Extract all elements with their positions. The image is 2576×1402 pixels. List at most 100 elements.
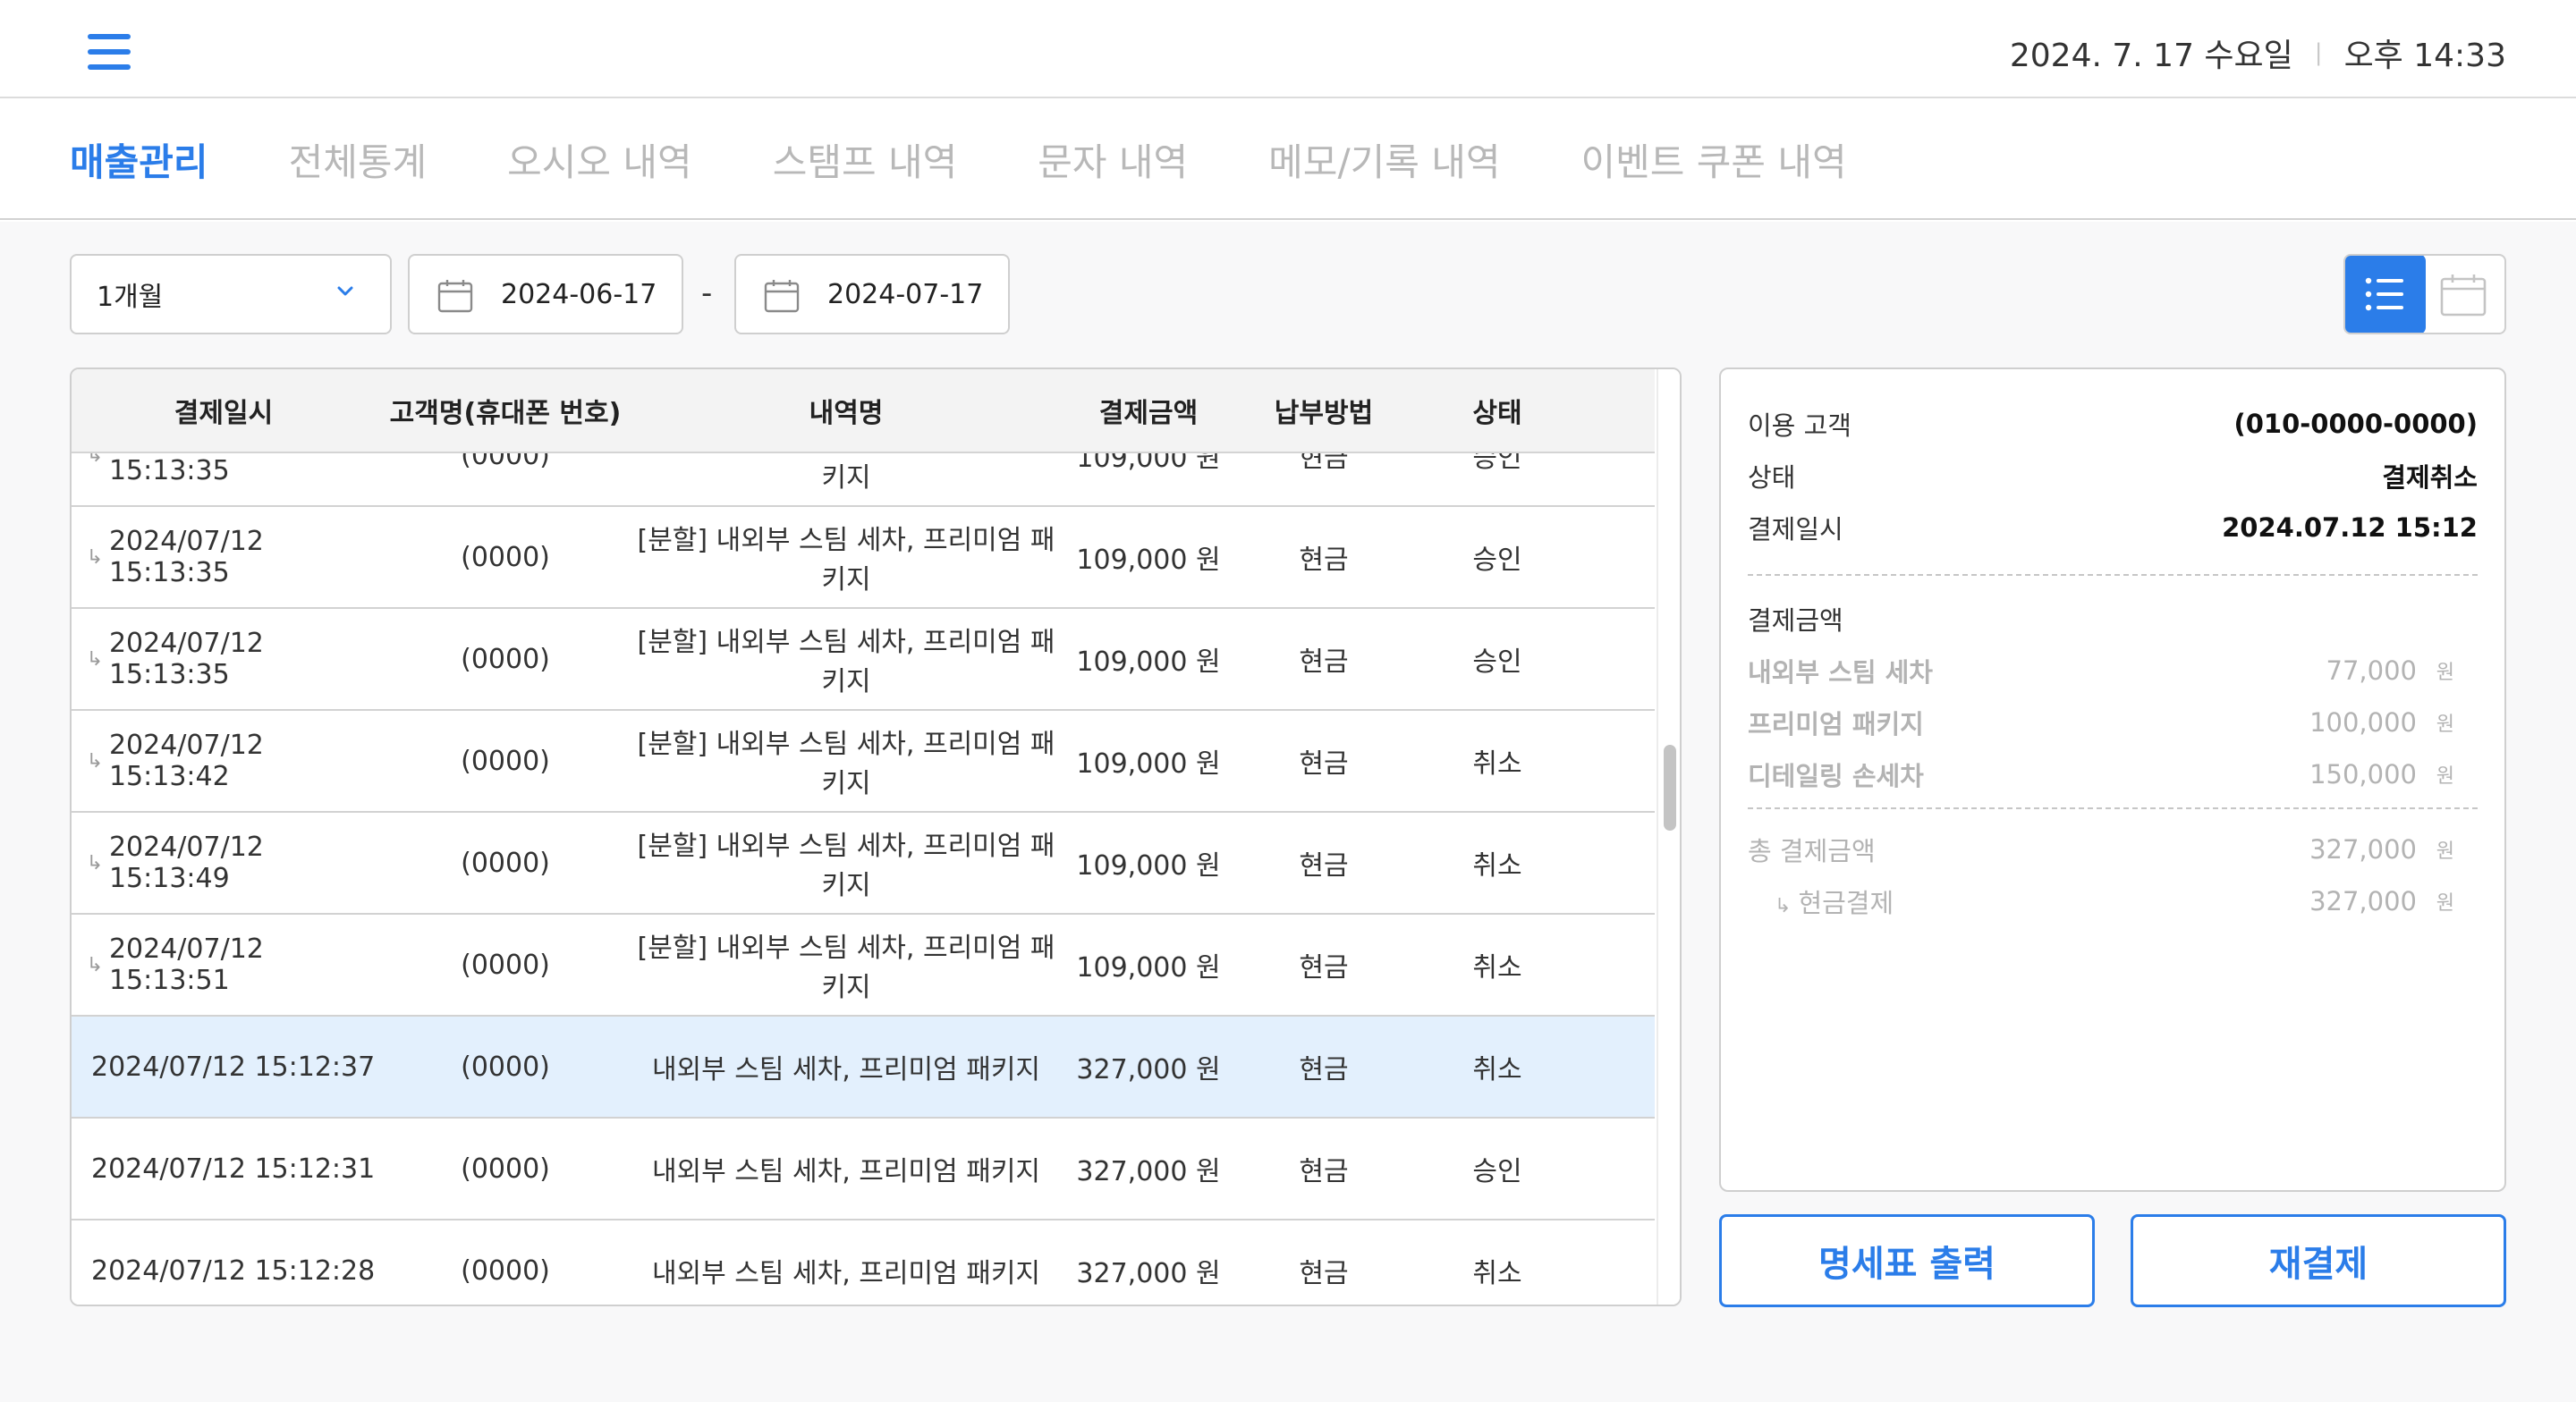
column-header-status[interactable]: 상태 bbox=[1408, 391, 1587, 430]
cell-method: 현금 bbox=[1299, 646, 1349, 678]
end-date-field[interactable]: 2024-07-17 bbox=[734, 254, 1010, 334]
cell-status: 승인 bbox=[1472, 545, 1522, 576]
detail-item-row: 프리미엄 패키지 100,000 원 bbox=[1748, 704, 2454, 741]
tab-sales-management[interactable]: 매출관리 bbox=[70, 132, 208, 187]
cell-amount: 109,000 원 bbox=[1076, 748, 1221, 780]
detail-customer-label: 이용 고객 bbox=[1748, 410, 1852, 441]
cell-customer: (0000) bbox=[461, 541, 550, 573]
cell-status: 승인 bbox=[1472, 646, 1522, 678]
table-row[interactable]: 2024/07/12 15:12:31 (0000) 내외부 스팀 세차, 프리… bbox=[72, 1119, 1655, 1220]
column-header-customer[interactable]: 고객명(휴대폰 번호) bbox=[376, 391, 635, 430]
list-view-button[interactable] bbox=[2345, 256, 2426, 333]
detail-total-label: 총 결제금액 bbox=[1748, 836, 1876, 866]
detail-cash-label: 현금결제 bbox=[1798, 888, 1894, 918]
calendar-view-icon[interactable] bbox=[2438, 272, 2488, 318]
detail-item-unit: 원 bbox=[2436, 765, 2454, 788]
detail-item-price: 77,000 bbox=[2326, 655, 2417, 686]
chevron-down-icon bbox=[337, 286, 353, 296]
column-header-amount[interactable]: 결제금액 bbox=[1057, 391, 1240, 430]
table-row[interactable]: 2024/07/12 15:12:28 (0000) 내외부 스팀 세차, 프리… bbox=[72, 1220, 1655, 1305]
table-row[interactable]: ↳2024/07/12 15:13:35 (0000) [분할] 내외부 스팀 … bbox=[72, 609, 1655, 711]
sub-row-arrow-icon: ↳ bbox=[86, 545, 104, 569]
table-header: 결제일시 고객명(휴대폰 번호) 내역명 결제금액 납부방법 상태 bbox=[72, 369, 1655, 453]
detail-total-row: 총 결제금액 327,000 원 bbox=[1748, 831, 2454, 868]
cell-paid-at: 2024/07/12 15:13:51 bbox=[108, 933, 264, 996]
current-date: 2024. 7. 17 수요일 bbox=[2009, 38, 2293, 74]
tab-osio-history[interactable]: 오시오 내역 bbox=[507, 132, 692, 187]
cell-paid-at: 2024/07/12 15:13:35 bbox=[108, 453, 264, 486]
table-scrollbar-thumb[interactable] bbox=[1664, 745, 1676, 831]
column-header-item[interactable]: 내역명 bbox=[635, 391, 1057, 430]
calendar-icon bbox=[764, 280, 800, 313]
cell-customer: (0000) bbox=[461, 847, 550, 879]
cell-customer: (0000) bbox=[461, 643, 550, 675]
detail-item-name: 프리미엄 패키지 bbox=[1748, 709, 1924, 739]
print-statement-button[interactable]: 명세표 출력 bbox=[1719, 1214, 2095, 1307]
table-row[interactable]: ↳2024/07/12 15:13:35 (0000) [분할] 내외부 스팀 … bbox=[72, 453, 1655, 507]
detail-item-name: 디테일링 손세차 bbox=[1748, 761, 1924, 791]
detail-cash-row: ↳ 현금결제 327,000 원 bbox=[1748, 883, 2454, 920]
detail-item-name: 내외부 스팀 세차 bbox=[1748, 657, 1933, 688]
detail-item-unit: 원 bbox=[2436, 662, 2454, 684]
table-row-selected[interactable]: 2024/07/12 15:12:37 (0000) 내외부 스팀 세차, 프리… bbox=[72, 1017, 1655, 1119]
tab-stamp-history[interactable]: 스탬프 내역 bbox=[773, 132, 958, 187]
detail-status: 상태 결제취소 bbox=[1748, 457, 2478, 494]
cell-item: 내외부 스팀 세차, 프리미엄 패키지 bbox=[651, 1054, 1041, 1085]
cell-amount: 109,000 원 bbox=[1076, 646, 1221, 678]
sub-row-arrow-icon: ↳ bbox=[86, 749, 104, 773]
detail-customer: 이용 고객 (010-0000-0000) bbox=[1748, 405, 2478, 443]
current-time: 오후 14:33 bbox=[2343, 38, 2506, 74]
table-row[interactable]: ↳ 2024/07/12 15:13:49 (0000) [분할] 내외부 스팀 … bbox=[72, 813, 1655, 915]
cell-paid-at: 2024/07/12 15:13:35 bbox=[108, 628, 264, 690]
detail-total-value: 327,000 bbox=[2309, 834, 2417, 865]
detail-paid-at-value: 2024.07.12 15:12 bbox=[2222, 512, 2478, 543]
detail-customer-value: (010-0000-0000) bbox=[2233, 409, 2478, 439]
cell-amount: 327,000 원 bbox=[1076, 1054, 1221, 1085]
cell-method: 현금 bbox=[1299, 850, 1349, 882]
menu-icon[interactable] bbox=[88, 32, 132, 72]
start-date-field[interactable]: 2024-06-17 bbox=[408, 254, 683, 334]
cell-paid-at: 2024/07/12 15:13:49 bbox=[108, 832, 264, 894]
tab-sms-history[interactable]: 문자 내역 bbox=[1038, 132, 1188, 187]
cell-method: 현금 bbox=[1299, 952, 1349, 984]
cell-item: [분할] 내외부 스팀 세차, 프리미엄 패키지 bbox=[637, 729, 1055, 799]
cell-paid-at: 2024/07/12 15:12:37 bbox=[91, 1051, 376, 1083]
tab-memo-history[interactable]: 메모/기록 내역 bbox=[1268, 132, 1500, 187]
detail-item-row: 디테일링 손세차 150,000 원 bbox=[1748, 756, 2454, 793]
datetime-separator: | bbox=[2314, 39, 2323, 66]
cell-customer: (0000) bbox=[461, 1051, 550, 1083]
current-datetime: 2024. 7. 17 수요일 | 오후 14:33 bbox=[2010, 30, 2506, 75]
start-date-value: 2024-06-17 bbox=[501, 278, 657, 310]
column-header-method[interactable]: 납부방법 bbox=[1240, 391, 1408, 430]
table-row[interactable]: ↳2024/07/12 15:13:35 (0000) [분할] 내외부 스팀 … bbox=[72, 507, 1655, 609]
sub-row-arrow-icon: ↳ bbox=[1775, 895, 1792, 917]
list-icon bbox=[2365, 277, 2403, 311]
cell-paid-at: 2024/07/12 15:13:35 bbox=[108, 526, 264, 588]
tab-event-coupon-history[interactable]: 이벤트 쿠폰 내역 bbox=[1581, 132, 1847, 187]
detail-item-unit: 원 bbox=[2436, 714, 2454, 736]
table-row[interactable]: ↳ 2024/07/12 15:13:42 (0000) [분할] 내외부 스팀 … bbox=[72, 711, 1655, 813]
detail-amount-label: 결제금액 bbox=[1748, 605, 1843, 636]
cell-paid-at: 2024/07/12 15:13:42 bbox=[108, 730, 264, 792]
calendar-icon bbox=[437, 280, 473, 313]
period-select[interactable]: 1개월 bbox=[70, 254, 392, 334]
detail-amount-section: 결제금액 bbox=[1748, 600, 2478, 638]
cell-item: 내외부 스팀 세차, 프리미엄 패키지 bbox=[651, 1258, 1041, 1289]
main-content: 1개월 2024-06-17 - 2024-07-17 결제일시 고객명(휴대폰… bbox=[0, 222, 2576, 1402]
top-bar: 2024. 7. 17 수요일 | 오후 14:33 bbox=[0, 0, 2576, 98]
table-scrollbar[interactable] bbox=[1657, 369, 1680, 1305]
cell-amount: 109,000 원 bbox=[1076, 545, 1221, 576]
column-header-paid-at[interactable]: 결제일시 bbox=[72, 391, 376, 430]
end-date-value: 2024-07-17 bbox=[827, 278, 984, 310]
table-row[interactable]: ↳ 2024/07/12 15:13:51 (0000) [분할] 내외부 스팀 … bbox=[72, 915, 1655, 1017]
cell-customer: (0000) bbox=[461, 745, 550, 777]
sales-table: 결제일시 고객명(휴대폰 번호) 내역명 결제금액 납부방법 상태 ↳2024/… bbox=[70, 367, 1682, 1306]
tab-total-statistics[interactable]: 전체통계 bbox=[289, 132, 428, 187]
cell-status: 취소 bbox=[1472, 1258, 1522, 1289]
detail-paid-at-label: 결제일시 bbox=[1748, 514, 1843, 545]
repay-button[interactable]: 재결제 bbox=[2131, 1214, 2506, 1307]
detail-status-label: 상태 bbox=[1748, 462, 1796, 493]
cell-item: [분할] 내외부 스팀 세차, 프리미엄 패키지 bbox=[637, 453, 1055, 494]
cell-amount: 109,000 원 bbox=[1076, 850, 1221, 882]
cell-customer: (0000) bbox=[461, 453, 550, 471]
